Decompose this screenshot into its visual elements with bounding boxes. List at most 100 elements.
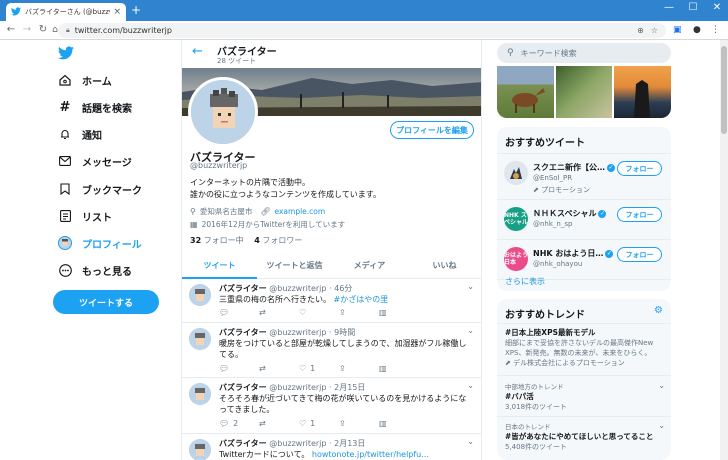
like-icon[interactable]: ♡ [299, 308, 339, 317]
reply-icon[interactable]: 💬︎ 2 [219, 419, 259, 428]
forward-icon[interactable]: → [21, 24, 33, 36]
twitter-logo-icon[interactable] [58, 46, 74, 60]
account-avatar[interactable]: NHK スペシャル [504, 207, 528, 231]
browser-tab[interactable]: バズライターさん (@buzzwriterjp) / T × [6, 3, 126, 21]
chevron-down-icon[interactable]: ⌄ [467, 381, 474, 390]
edit-profile-button[interactable]: プロフィールを編集 [390, 121, 474, 139]
tweet-item[interactable]: バズライター @buzzwriterjp · 46分 ⌄ 三重県の梅の名所へ行き… [182, 280, 481, 323]
tweet-avatar[interactable] [189, 383, 211, 405]
trend-count: 3,018件のツイート [505, 403, 568, 411]
show-more-link[interactable]: さらに表示 [505, 276, 545, 287]
profile-handle: @buzzwriterjp [190, 161, 248, 170]
search-input[interactable]: ⚲ キーワード検索 [497, 43, 671, 63]
media-thumb[interactable] [555, 66, 613, 118]
account-icon[interactable]: ● [693, 24, 701, 36]
minimize-button[interactable]: — [659, 2, 679, 13]
recommended-account[interactable]: NHK スペシャル ＮＨＫスペシャル ✓ @nhk_n_sp フォロー [497, 199, 671, 239]
new-tab-button[interactable]: + [131, 4, 141, 17]
like-icon[interactable]: ♡ 1 [299, 364, 339, 373]
account-avatar[interactable]: おはよう 日本 [504, 247, 528, 271]
media-thumb[interactable] [614, 66, 671, 118]
trends-panel: おすすめトレンド ⚙ #日本上陸XPS最新モデル 細部にまで妥協を許さないデルの… [497, 299, 671, 460]
followers-link[interactable]: 4 フォロワー [254, 236, 302, 245]
nav-more[interactable]: もっと見る [58, 261, 132, 279]
reload-icon[interactable]: ↻ [37, 24, 49, 36]
tweet-avatar[interactable] [189, 328, 211, 350]
share-icon[interactable]: ⇪ [339, 419, 379, 428]
search-placeholder: キーワード検索 [520, 48, 577, 58]
nav-explore[interactable]: # 話題を検索 [58, 98, 132, 116]
hashtag-link[interactable]: #かざはやの里 [334, 295, 389, 304]
account-avatar[interactable] [504, 161, 528, 185]
nav-lists[interactable]: リスト [58, 207, 112, 225]
tweet-avatar[interactable] [189, 439, 211, 460]
star-icon[interactable]: ☆ [651, 26, 658, 35]
tab-tweets[interactable]: ツイート [182, 253, 257, 279]
profile-avatar[interactable] [188, 77, 258, 147]
follow-button[interactable]: フォロー [617, 207, 662, 222]
chevron-down-icon[interactable]: ⌄ [467, 326, 474, 335]
recommended-account[interactable]: スクエニ新作【公… ✓ @EnSol_PR ⬈ プロモーション フォロー [497, 153, 671, 199]
tweet-item[interactable]: バズライター @buzzwriterjp · 2月15日 ⌄ そろそろ春が近づい… [182, 379, 481, 434]
twitter-favicon-icon [11, 7, 21, 17]
tab-media[interactable]: メディア [332, 253, 407, 278]
analytics-icon[interactable]: ▥ [379, 419, 419, 428]
share-icon[interactable]: ⇪ [339, 364, 379, 373]
media-thumbnails [497, 66, 671, 118]
tweet-item[interactable]: バズライター @buzzwriterjp · 9時間 ⌄ 暖房をつけていると部屋… [182, 324, 481, 378]
nav-notifications[interactable]: 通知 [58, 125, 102, 143]
url-text: twitter.com/buzzwriterjp [74, 26, 172, 35]
nav-bookmarks[interactable]: ブックマーク [58, 180, 142, 198]
nav-profile[interactable]: プロフィール [58, 234, 142, 252]
following-link[interactable]: 32 フォロー中 [190, 236, 244, 245]
reply-icon[interactable]: 💬︎ [219, 308, 259, 317]
media-thumb[interactable] [497, 66, 554, 118]
page-scrollbar[interactable] [720, 40, 728, 460]
follow-button[interactable]: フォロー [617, 247, 662, 262]
reply-icon[interactable]: 💬︎ [219, 364, 259, 373]
maximize-button[interactable]: ☐ [683, 2, 703, 13]
retweet-icon[interactable]: ⇄ [259, 308, 299, 317]
scrollbar-thumb[interactable] [721, 46, 727, 134]
follow-button[interactable]: フォロー [617, 161, 662, 176]
gear-icon[interactable]: ⚙ [654, 305, 663, 316]
back-arrow-icon[interactable]: ← [192, 45, 203, 59]
account-handle: @nhk_n_sp [533, 220, 573, 228]
trend-item[interactable]: 中部地方のトレンド #バパ活 3,018件のツイート ⌄ [505, 381, 665, 412]
tab-likes[interactable]: いいね [407, 253, 481, 278]
tweet-header: バズライター @buzzwriterjp · 46分 [219, 284, 353, 293]
retweet-icon[interactable]: ⇄ [259, 364, 299, 373]
recommended-account[interactable]: おはよう 日本 NHK おはよう日… ✓ @nhk_ohayou フォロー [497, 239, 671, 279]
like-icon[interactable]: ♡ 1 [299, 419, 339, 428]
back-icon[interactable]: ← [5, 24, 17, 36]
chevron-down-icon[interactable]: ⌄ [658, 381, 665, 390]
url-field[interactable]: 🔒︎ twitter.com/buzzwriterjp ⊕ ☆ [58, 23, 666, 38]
trend-name: #日本上陸XPS最新モデル [505, 328, 596, 337]
profile-website-link[interactable]: example.com [275, 207, 326, 216]
tab-tweets-replies[interactable]: ツイートと返信 [257, 253, 332, 278]
menu-kebab-icon[interactable]: ⋮ [711, 24, 720, 36]
share-icon[interactable]: ⇪ [339, 308, 379, 317]
close-window-button[interactable]: ✕ [707, 2, 727, 13]
retweet-icon[interactable]: ⇄ [259, 419, 299, 428]
tweet-avatar[interactable] [189, 284, 211, 306]
chevron-down-icon[interactable]: ⌄ [467, 437, 474, 446]
account-name: ＮＨＫスペシャル ✓ [533, 209, 607, 218]
nav-home[interactable]: ホーム [58, 71, 112, 89]
verified-badge-icon: ✓ [607, 163, 615, 172]
extension-icon[interactable]: ▣ [673, 24, 682, 36]
nav-messages[interactable]: メッセージ [58, 152, 132, 170]
site-info-icon[interactable]: ⊕ [637, 26, 644, 35]
tab-close-icon[interactable]: × [113, 7, 121, 17]
chevron-down-icon[interactable]: ⌄ [467, 282, 474, 291]
tweet-item[interactable]: バズライター @buzzwriterjp · 2月13日 ⌄ Twitterカー… [182, 435, 481, 460]
trend-item[interactable]: 日本のトレンド #皆があなたにやめてほしいと思ってること 5,408件のツイート… [505, 421, 665, 452]
chevron-down-icon[interactable]: ⌄ [658, 421, 665, 430]
analytics-icon[interactable]: ▥ [379, 308, 419, 317]
analytics-icon[interactable]: ▥ [379, 364, 419, 373]
trend-item[interactable]: #日本上陸XPS最新モデル 細部にまで妥協を許さないデルの最高傑作New XPS… [505, 327, 665, 368]
tweet-link[interactable]: howtonote.jp/twitter/helpfu... [312, 450, 429, 459]
account-handle: @nhk_ohayou [533, 260, 583, 268]
compose-tweet-button[interactable]: ツイートする [53, 290, 159, 314]
home-icon [58, 73, 72, 87]
